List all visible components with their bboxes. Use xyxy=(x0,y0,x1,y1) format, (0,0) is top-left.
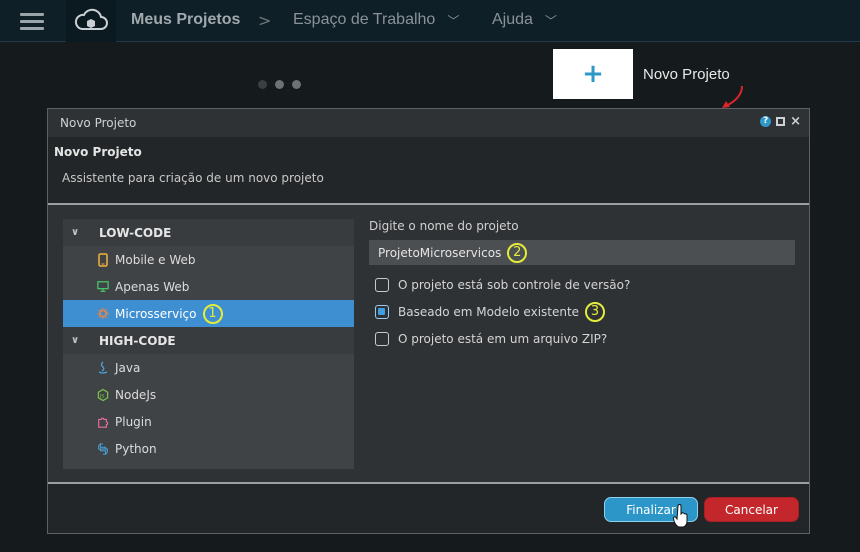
checkbox-label: O projeto está em um arquivo ZIP? xyxy=(398,331,608,346)
dialog-title: Novo Projeto xyxy=(60,116,137,130)
chevron-down-icon: ﹀ xyxy=(544,13,557,28)
dialog-header: Novo Projeto Assistente para criação de … xyxy=(48,137,809,203)
carousel-dot[interactable] xyxy=(258,80,267,89)
tree-item-web-only[interactable]: Apenas Web xyxy=(63,273,354,300)
nodejs-icon: JS xyxy=(97,388,109,402)
carousel-dots xyxy=(258,80,301,89)
checkbox[interactable] xyxy=(375,331,389,346)
gear-icon xyxy=(97,307,109,321)
checkbox[interactable] xyxy=(375,304,389,319)
checkbox-label: O projeto está sob controle de versão? xyxy=(398,277,631,292)
breadcrumb-separator-icon: > xyxy=(258,11,272,30)
chevron-down-icon[interactable]: ∨ xyxy=(71,335,99,346)
tree-group-low-code[interactable]: ∨ LOW-CODE xyxy=(63,219,354,246)
nav-help-label: Ajuda xyxy=(492,11,533,28)
new-project-dialog: Novo Projeto ? × Novo Projeto Assistente… xyxy=(47,108,810,534)
tree-item-nodejs[interactable]: JS NodeJs xyxy=(63,381,354,408)
new-project-label: Novo Projeto xyxy=(643,66,730,83)
check-version-control[interactable]: O projeto está sob controle de versão? xyxy=(369,271,795,298)
dialog-footer: Finalizar Cancelar xyxy=(48,484,809,533)
check-zip-file[interactable]: O projeto está em um arquivo ZIP? xyxy=(369,325,795,352)
tree-item-python[interactable]: Python xyxy=(63,435,354,462)
maximize-icon[interactable] xyxy=(776,117,786,126)
carousel-dot[interactable] xyxy=(275,80,284,89)
hamburger-menu-icon[interactable] xyxy=(20,13,44,31)
nav-workspace[interactable]: Espaço de Trabalho ﹀ xyxy=(293,11,459,29)
nav-help[interactable]: Ajuda ﹀ xyxy=(492,11,557,29)
svg-text:JS: JS xyxy=(99,393,104,399)
tree-group-high-code[interactable]: ∨ HIGH-CODE xyxy=(63,327,354,354)
project-name-label: Digite o nome do projeto xyxy=(369,219,519,233)
new-project-button[interactable]: + xyxy=(553,49,633,99)
tree-group-label: LOW-CODE xyxy=(99,225,172,240)
project-name-value: ProjetoMicroservicos xyxy=(378,245,502,260)
project-type-tree: ∨ LOW-CODE Mobile e Web Apenas Web Micro… xyxy=(63,219,354,469)
tree-item-mobile-web[interactable]: Mobile e Web xyxy=(63,246,354,273)
tree-item-label: Mobile e Web xyxy=(115,252,196,267)
monitor-icon xyxy=(97,280,109,294)
project-form: Digite o nome do projeto ProjetoMicroser… xyxy=(369,219,795,352)
mobile-icon xyxy=(97,252,109,267)
tree-group-label: HIGH-CODE xyxy=(99,333,176,348)
dialog-titlebar[interactable]: Novo Projeto ? × xyxy=(48,109,809,137)
chevron-down-icon: ﹀ xyxy=(447,13,460,28)
step-badge-2: 2 xyxy=(507,242,528,263)
checkbox[interactable] xyxy=(375,277,389,292)
tree-item-label: Java xyxy=(115,360,141,375)
nav-workspace-label: Espaço de Trabalho xyxy=(293,11,436,28)
hand-cursor-icon xyxy=(673,504,688,528)
dialog-header-title: Novo Projeto xyxy=(54,145,142,159)
nav-my-projects[interactable]: Meus Projetos xyxy=(131,11,240,29)
carousel-dot[interactable] xyxy=(292,80,301,89)
project-name-input[interactable]: ProjetoMicroservicos 2 xyxy=(369,240,795,265)
tree-item-plugin[interactable]: Plugin xyxy=(63,408,354,435)
top-navigation-bar: Meus Projetos > Espaço de Trabalho ﹀ Aju… xyxy=(0,0,860,42)
check-existing-model[interactable]: Baseado em Modelo existente 3 xyxy=(369,298,795,325)
tree-item-label: Plugin xyxy=(115,414,152,429)
tree-item-microservice[interactable]: Microsserviço 1 xyxy=(63,300,354,327)
tree-item-java[interactable]: Java xyxy=(63,354,354,381)
plus-icon: + xyxy=(582,59,604,89)
close-icon[interactable]: × xyxy=(790,115,801,128)
help-icon[interactable]: ? xyxy=(760,116,772,127)
java-icon xyxy=(97,361,109,375)
tree-item-label: Apenas Web xyxy=(115,279,190,294)
python-icon xyxy=(97,442,109,456)
checkbox-label: Baseado em Modelo existente xyxy=(398,304,580,319)
cloud-logo-icon[interactable] xyxy=(66,0,116,42)
tree-item-label: Python xyxy=(115,441,157,456)
dialog-header-subtitle: Assistente para criação de um novo proje… xyxy=(62,171,324,185)
cancel-button[interactable]: Cancelar xyxy=(704,497,799,522)
tree-item-label: Microsserviço xyxy=(115,306,197,321)
nav-my-projects-label: Meus Projetos xyxy=(131,11,241,28)
puzzle-icon xyxy=(97,415,109,429)
dialog-body: ∨ LOW-CODE Mobile e Web Apenas Web Micro… xyxy=(48,205,809,482)
step-badge-3: 3 xyxy=(585,301,606,322)
step-badge-1: 1 xyxy=(202,303,223,324)
tree-item-label: NodeJs xyxy=(115,387,157,402)
chevron-down-icon[interactable]: ∨ xyxy=(71,227,99,238)
